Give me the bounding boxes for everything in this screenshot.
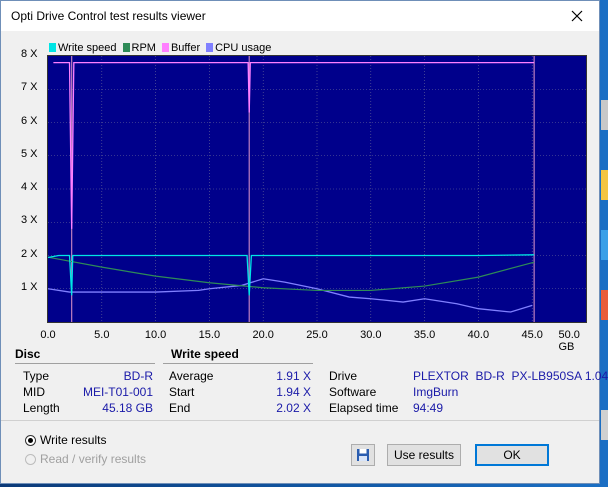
desktop-icon[interactable] [601, 170, 608, 200]
y-tick-label: 8 X [21, 48, 38, 60]
use-results-button[interactable]: Use results [387, 444, 461, 466]
y-tick-label: 4 X [21, 181, 38, 193]
disc-mid-value: MEI-T01-001 [82, 385, 153, 399]
legend-swatch [122, 43, 130, 52]
window-title: Opti Drive Control test results viewer [11, 9, 206, 23]
x-tick-label: 5.0 [94, 329, 110, 341]
y-tick-label: 1 X [21, 280, 38, 293]
legend-swatch [206, 43, 214, 52]
legend-swatch [49, 43, 56, 52]
write-results-label: Write results [40, 433, 107, 447]
legend-item: RPM [122, 42, 156, 54]
ok-button[interactable]: OK [475, 444, 549, 466]
close-icon [571, 10, 583, 22]
y-tick-label: 6 X [21, 114, 38, 127]
disc-type-label: Type [23, 369, 50, 383]
series-line-rpm [48, 256, 535, 292]
desktop-icon[interactable] [601, 230, 608, 260]
x-tick-label: 30.0 [360, 329, 382, 341]
read-verify-label: Read / verify results [40, 452, 147, 466]
chart-area: Write speed RPM Buffer CPU usage 8 X 7 X 6… [9, 39, 599, 353]
radio-indicator [25, 453, 36, 465]
desktop-icon[interactable] [601, 290, 608, 320]
read-verify-radio: Read / verify results [25, 452, 146, 466]
avg-speed-value: 1.91 X [276, 369, 311, 383]
disc-length-label: Length [23, 401, 60, 415]
end-speed-label: End [169, 401, 191, 415]
legend-label: CPU usage [215, 42, 272, 54]
legend-label: Write speed [58, 42, 117, 54]
x-tick-label: 45.0 [521, 329, 543, 341]
drive-label: Drive [329, 369, 358, 383]
legend-item: CPU usage [206, 42, 271, 54]
software-label: Software [329, 385, 377, 399]
disc-section-title: Disc [15, 347, 41, 361]
y-tick-label: 5 X [21, 147, 38, 160]
radio-indicator [25, 434, 36, 446]
x-tick-label: 15.0 [198, 329, 221, 341]
disc-length-value: 45.18 GB [102, 401, 153, 415]
drive-value: PLEXTOR BD-R PX-LB950SA 1.04 [413, 369, 608, 383]
x-tick-label: 0.0 [40, 329, 56, 341]
floppy-disk-icon [357, 449, 369, 461]
plot-svg [48, 56, 586, 322]
legend-item: Buffer [161, 42, 201, 54]
start-speed-label: Start [169, 385, 195, 399]
x-tick-label: 50.0 GB [558, 329, 580, 353]
y-tick-label: 2 X [21, 247, 38, 260]
end-speed-value: 2.02 X [276, 401, 311, 415]
y-tick-label: 3 X [21, 214, 38, 227]
plot-canvas [47, 55, 587, 323]
x-tick-label: 10.0 [144, 329, 167, 341]
divider [163, 363, 313, 364]
disc-type-value: BD-R [123, 369, 153, 383]
write-speed-section-title: Write speed [171, 347, 239, 361]
elapsed-time-label: Elapsed time [329, 401, 399, 415]
x-tick-label: 25.0 [306, 329, 328, 341]
avg-speed-label: Average [169, 369, 214, 383]
title-bar: Opti Drive Control test results viewer [1, 1, 599, 31]
legend-swatch [161, 43, 169, 52]
x-tick-label: 40.0 [467, 329, 490, 341]
software-value: ImgBurn [413, 385, 459, 399]
desktop-icon[interactable] [601, 100, 608, 130]
series-line-buffer [53, 62, 535, 229]
divider [15, 363, 155, 364]
desktop-icon[interactable] [601, 410, 608, 440]
legend-label: RPM [131, 42, 156, 54]
legend-item: Write speed [49, 42, 117, 54]
start-speed-value: 1.94 X [276, 385, 311, 399]
series-line-cpu-usage [48, 278, 533, 313]
x-tick-label: 20.0 [252, 329, 274, 341]
divider [1, 420, 599, 421]
write-results-radio[interactable]: Write results [25, 433, 106, 447]
save-button[interactable] [351, 444, 375, 466]
x-tick-label: 35.0 [413, 329, 436, 341]
elapsed-time-value: 94:49 [413, 401, 444, 415]
legend-label: Buffer [170, 42, 201, 54]
chart-legend: Write speed RPM Buffer CPU usage [49, 42, 271, 54]
close-button[interactable] [555, 1, 599, 31]
y-tick-label: 7 X [21, 81, 38, 94]
disc-mid-label: MID [23, 385, 45, 399]
app-window: Opti Drive Control test results viewer W… [0, 0, 608, 484]
